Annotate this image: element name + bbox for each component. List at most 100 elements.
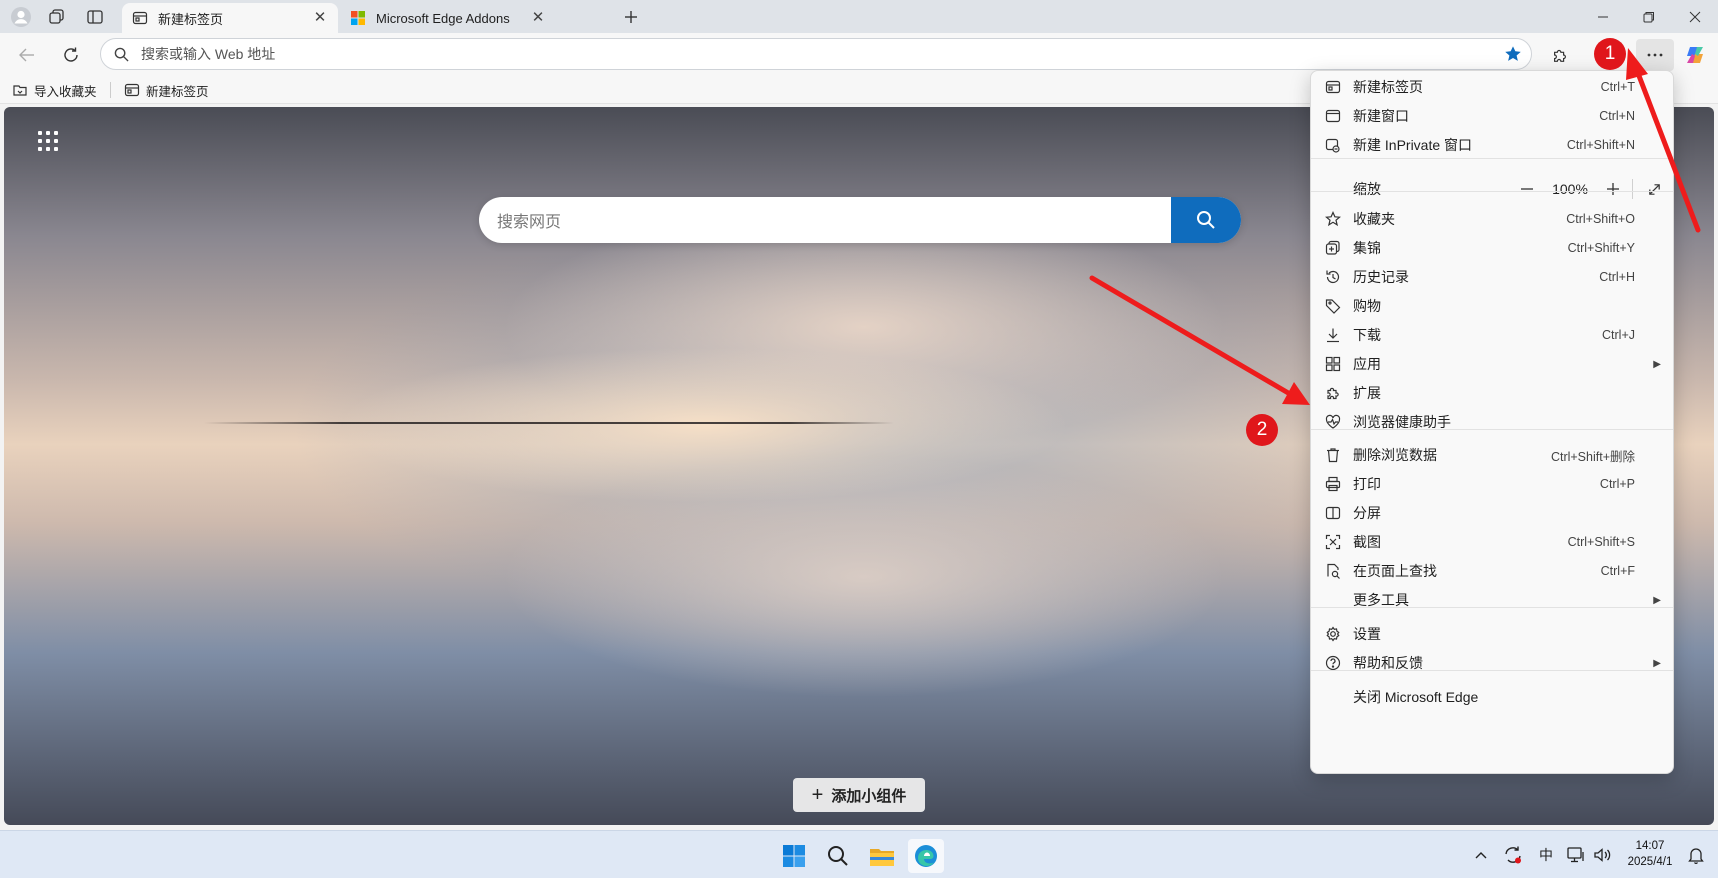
menu-item-label: 收藏夹 [1353,211,1395,227]
puzzle-icon [1327,387,1339,400]
edge-taskbar-icon[interactable] [908,839,944,873]
menu-item-health[interactable]: 浏览器健康助手 [1311,406,1673,438]
add-widget-button[interactable]: + 添加小组件 [793,778,925,812]
sync-status-icon[interactable] [1500,845,1526,865]
apps-icon [1325,356,1341,372]
close-tab-icon[interactable]: ✕ [312,10,328,26]
menu-item-shopping[interactable]: 购物 [1311,290,1673,322]
menu-item-label: 新建标签页 [1353,79,1423,95]
system-clock[interactable]: 14:07 2025/4/1 [1620,838,1680,870]
menu-item-clear[interactable]: 删除浏览数据 Ctrl+Shift+删除 [1311,439,1673,471]
taskbar-search-icon[interactable] [820,839,856,873]
window-icon [1325,109,1341,123]
search-button[interactable] [1171,197,1241,243]
menu-item-shortcut: Ctrl+Shift+O [1566,212,1635,226]
copilot-icon[interactable] [1680,40,1710,70]
menu-item-history[interactable]: 历史记录 Ctrl+H [1311,261,1673,293]
input-method-indicator[interactable]: 中 [1534,845,1558,865]
extensions-puzzle-icon[interactable] [1545,40,1575,70]
menu-item-collections[interactable]: 集锦 Ctrl+Shift+Y [1311,232,1673,264]
volume-icon[interactable] [1590,845,1614,865]
menu-item-shortcut: Ctrl+Shift+Y [1567,241,1635,255]
tab-title: 新建标签页 [158,11,224,27]
submenu-chevron-icon: ▶ [1653,594,1661,606]
download-icon [1327,328,1339,343]
menu-item-screenshot[interactable]: 截图 Ctrl+Shift+S [1311,526,1673,558]
new-tab-favicon-icon [132,11,148,25]
menu-item-downloads[interactable]: 下载 Ctrl+J [1311,319,1673,351]
zoom-level: 100% [1552,181,1588,197]
menu-item-new-tab[interactable]: 新建标签页 Ctrl+T [1311,71,1673,103]
menu-item-settings[interactable]: 设置 [1311,618,1673,650]
menu-item-help[interactable]: 帮助和反馈 ▶ [1311,647,1673,679]
annotation-badge-2: 2 [1246,414,1278,446]
menu-item-label: 截图 [1353,534,1381,550]
menu-item-shortcut: Ctrl+F [1600,564,1635,578]
profile-avatar-icon[interactable] [8,4,34,30]
close-tab-icon[interactable]: ✕ [530,10,546,26]
zoom-out-button[interactable] [1512,174,1542,204]
history-icon [1326,270,1340,284]
menu-item-label: 删除浏览数据 [1353,447,1437,463]
back-arrow-icon[interactable] [12,40,42,70]
address-bar[interactable]: 搜索或输入 Web 地址 [100,38,1532,70]
menu-item-split[interactable]: 分屏 [1311,497,1673,529]
tab-edge-addons[interactable]: Microsoft Edge Addons ✕ [340,3,556,33]
workspaces-icon[interactable] [44,4,70,30]
menu-separator [1311,670,1673,671]
settings-and-more-button[interactable] [1636,39,1674,71]
menu-item-shortcut: Ctrl+P [1599,477,1635,491]
menu-item-find[interactable]: 在页面上查找 Ctrl+F [1311,555,1673,587]
plus-icon: + [811,783,824,806]
restore-button[interactable] [1626,0,1672,33]
zoom-divider [1632,179,1633,199]
zoom-controls: 100% [1512,173,1669,205]
menu-item-shortcut: Ctrl+Shift+S [1567,535,1635,549]
favorite-star-icon[interactable] [1495,45,1531,63]
menu-item-more-tools[interactable]: 更多工具 ▶ [1311,584,1673,616]
show-hidden-icons-chevron-icon[interactable] [1470,845,1492,865]
clock-time: 14:07 [1635,840,1665,852]
menu-item-apps[interactable]: 应用 ▶ [1311,348,1673,380]
search-icon [1197,211,1215,229]
file-explorer-icon[interactable] [864,839,900,873]
tab-new-tab[interactable]: 新建标签页 ✕ [122,3,338,33]
network-icon[interactable] [1564,845,1588,865]
menu-item-close-edge[interactable]: 关闭 Microsoft Edge [1311,681,1673,713]
vertical-tabs-icon[interactable] [82,4,108,30]
refresh-icon[interactable] [56,40,86,70]
favorites-item-label: 导入收藏夹 [34,84,97,99]
minimize-button[interactable] [1580,0,1626,33]
web-search-box[interactable]: 搜索网页 [479,197,1241,243]
title-bar: 新建标签页 ✕ Microsoft Edge Addons ✕ [0,0,1718,33]
menu-item-extensions[interactable]: 扩展 [1311,377,1673,409]
menu-item-label: 新建 InPrivate 窗口 [1353,137,1473,153]
menu-item-shortcut: Ctrl+Shift+删除 [1550,449,1635,464]
favorites-item-new-tab[interactable]: 新建标签页 [124,80,209,100]
close-window-button[interactable] [1672,0,1718,33]
windows-start-icon[interactable] [776,839,812,873]
menu-item-label: 下载 [1353,327,1381,343]
app-launcher-icon[interactable] [38,131,60,153]
collections-icon [1325,240,1340,255]
search-placeholder: 搜索网页 [497,214,562,231]
menu-zoom-row: 缩放 100% [1311,173,1673,205]
menu-item-shortcut: Ctrl+T [1600,80,1635,94]
menu-item-label: 在页面上查找 [1353,563,1437,579]
add-widget-label: 添加小组件 [831,787,907,805]
zoom-in-button[interactable] [1598,174,1628,204]
import-favorites-link[interactable]: 导入收藏夹 [12,80,97,100]
address-placeholder: 搜索或输入 Web 地址 [141,46,276,62]
notification-bell-icon[interactable] [1684,845,1708,865]
clock-date: 2025/4/1 [1627,856,1673,868]
menu-item-favorites[interactable]: 收藏夹 Ctrl+Shift+O [1311,203,1673,235]
menu-item-print[interactable]: 打印 Ctrl+P [1311,468,1673,500]
new-tab-plus-icon[interactable] [618,4,644,30]
menu-item-label: 打印 [1353,476,1381,492]
menu-item-new-window[interactable]: 新建窗口 Ctrl+N [1311,100,1673,132]
menu-item-label: 历史记录 [1353,269,1409,285]
menu-item-new-inprivate[interactable]: 新建 InPrivate 窗口 Ctrl+Shift+N [1311,129,1673,161]
printer-icon [1325,476,1341,492]
navigation-bar: 搜索或输入 Web 地址 [0,33,1718,75]
fullscreen-icon[interactable] [1639,174,1669,204]
